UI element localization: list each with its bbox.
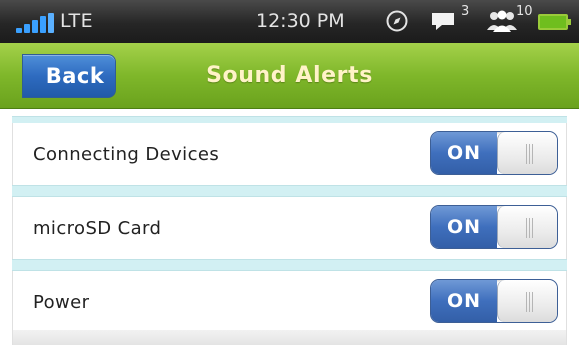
toggle-state-label: ON — [431, 280, 497, 322]
microsd-card-toggle[interactable]: ON — [430, 205, 558, 249]
setting-label: Connecting Devices — [33, 144, 220, 165]
setting-row-connecting-devices: Connecting Devices ON — [12, 123, 567, 185]
section-divider — [12, 185, 567, 197]
toggle-knob[interactable] — [497, 280, 557, 322]
back-button[interactable]: Back — [22, 54, 116, 98]
status-time: 12:30 PM — [256, 10, 345, 32]
toggle-knob[interactable] — [497, 132, 557, 174]
signal-icon — [16, 13, 56, 33]
power-toggle[interactable]: ON — [430, 279, 558, 323]
people-icon — [487, 10, 517, 32]
carrier-label: LTE — [60, 10, 94, 32]
battery-icon — [538, 14, 571, 30]
toggle-state-label: ON — [431, 206, 497, 248]
setting-label: Power — [33, 292, 90, 313]
people-count: 10 — [516, 4, 533, 19]
message-icon — [432, 13, 454, 30]
compass-icon — [386, 10, 408, 32]
setting-row-power: Power ON — [12, 271, 567, 333]
setting-label: microSD Card — [33, 218, 162, 239]
status-bar: LTE 12:30 PM 3 10 — [0, 0, 579, 43]
messages-count: 3 — [461, 4, 470, 19]
setting-row-microsd-card: microSD Card ON — [12, 197, 567, 259]
toggle-state-label: ON — [431, 132, 497, 174]
connecting-devices-toggle[interactable]: ON — [430, 131, 558, 175]
list-bottom-edge — [12, 330, 567, 345]
title-bar: Sound Alerts Back — [0, 43, 579, 109]
toggle-knob[interactable] — [497, 206, 557, 248]
section-divider — [12, 259, 567, 271]
